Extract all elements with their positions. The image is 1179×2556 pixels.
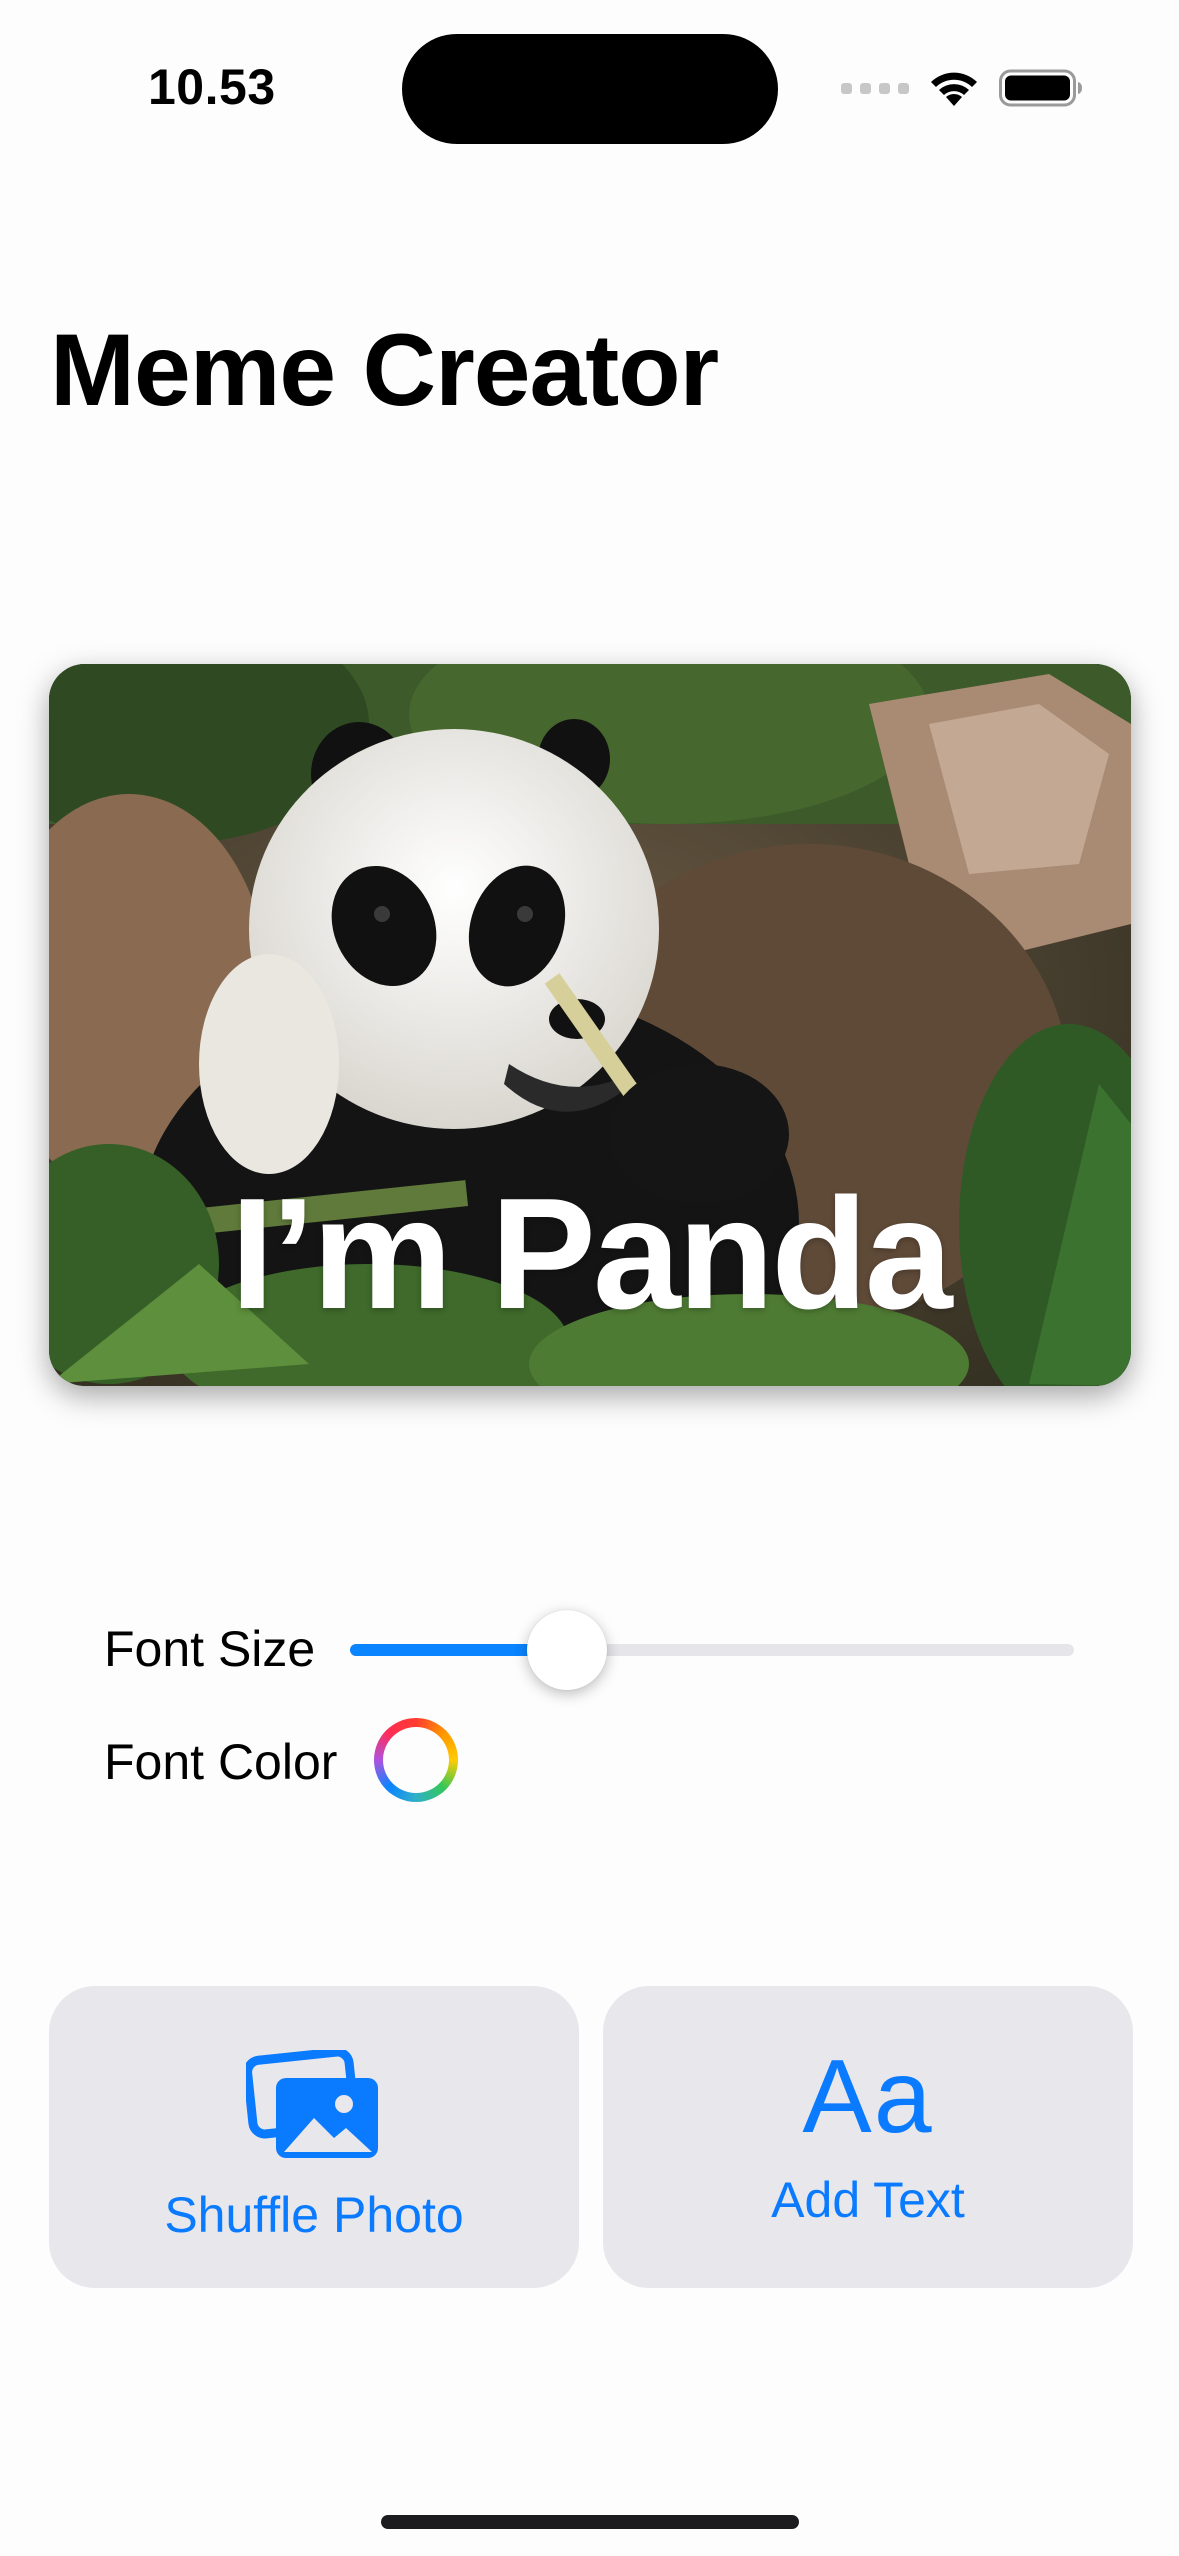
meme-preview: I’m Panda — [49, 664, 1131, 1386]
font-color-label: Font Color — [104, 1734, 338, 1790]
shuffle-photo-button[interactable]: Shuffle Photo — [49, 1986, 579, 2288]
font-size-label: Font Size — [104, 1621, 316, 1677]
add-text-button[interactable]: Aa Add Text — [603, 1986, 1133, 2288]
font-size-slider-thumb[interactable] — [527, 1610, 607, 1690]
shuffle-photo-label: Shuffle Photo — [164, 2187, 464, 2243]
wifi-icon — [931, 72, 977, 106]
add-text-label: Add Text — [771, 2172, 965, 2228]
dynamic-island — [402, 34, 778, 144]
status-time: 10.53 — [148, 59, 276, 115]
status-icons — [841, 64, 1083, 112]
font-size-slider[interactable] — [350, 1610, 1074, 1690]
battery-icon — [999, 69, 1082, 107]
font-color-picker[interactable] — [374, 1718, 458, 1802]
screen: 10.53 Meme Creator I’m Panda Font Size F… — [0, 0, 1179, 2556]
text-format-icon: Aa — [802, 2039, 934, 2155]
page-title: Meme Creator — [50, 313, 719, 427]
home-indicator — [381, 2515, 799, 2529]
photo-stack-icon — [246, 2050, 378, 2158]
cellular-signal-icon — [841, 82, 909, 94]
meme-caption-text[interactable]: I’m Panda — [49, 1164, 1131, 1345]
